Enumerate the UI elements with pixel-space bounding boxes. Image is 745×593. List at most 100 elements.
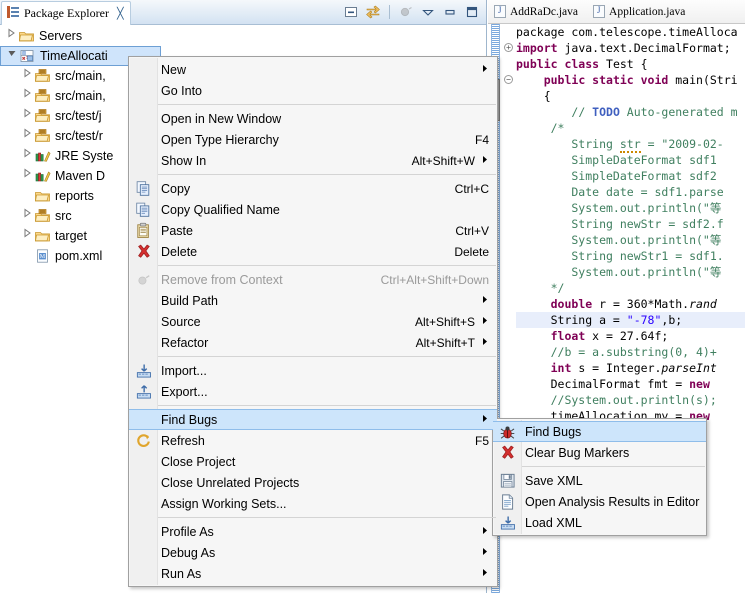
- code-token: System.out.println("等: [516, 265, 722, 279]
- menu-item-import[interactable]: Import...: [129, 360, 497, 381]
- code-line[interactable]: public static void main(Stri: [516, 72, 745, 88]
- chevron-down-icon[interactable]: [5, 46, 19, 66]
- menu-item-go-into[interactable]: Go Into: [129, 80, 497, 101]
- code-line[interactable]: int s = Integer.parseInt: [516, 360, 745, 376]
- menu-item-label: Copy: [161, 181, 191, 196]
- view-menu-focus-icon[interactable]: [398, 4, 414, 20]
- code-line[interactable]: String newStr1 = sdf1.: [516, 248, 745, 264]
- project-context-menu[interactable]: New Go Into Open in New Window Open Type Hi…: [128, 56, 498, 587]
- menu-item-load-xml[interactable]: Load XML: [493, 512, 706, 533]
- chevron-right-icon[interactable]: [20, 86, 34, 106]
- menu-item-run-as[interactable]: Run As: [129, 563, 497, 584]
- tree-item-label: src/test/j: [55, 109, 102, 123]
- code-line[interactable]: */: [516, 280, 745, 296]
- menu-item-delete[interactable]: Delete Delete: [129, 241, 497, 262]
- tree-item-label: target: [55, 229, 87, 243]
- chevron-right-icon[interactable]: [20, 226, 34, 246]
- code-line[interactable]: double r = 360*Math.rand: [516, 296, 745, 312]
- code-token: s = Integer.: [571, 361, 662, 375]
- menu-item-find-bugs[interactable]: Find Bugs: [493, 421, 706, 442]
- menu-item-profile-as[interactable]: Profile As: [129, 521, 497, 542]
- code-line[interactable]: Date date = sdf1.parse: [516, 184, 745, 200]
- tree-item-servers[interactable]: Servers: [0, 26, 486, 46]
- menu-item-open-in-new-window[interactable]: Open in New Window: [129, 108, 497, 129]
- code-token: SimpleDateFormat sdf1: [516, 153, 717, 167]
- chevron-right-icon[interactable]: [20, 146, 34, 166]
- menu-item-label: Paste: [161, 223, 193, 238]
- menu-item-close-unrelated-projects[interactable]: Close Unrelated Projects: [129, 472, 497, 493]
- menu-item-build-path[interactable]: Build Path: [129, 290, 497, 311]
- package-explorer-tabbar: Package Explorer ╳: [0, 0, 486, 25]
- code-line[interactable]: /*: [516, 120, 745, 136]
- menu-item-close-project[interactable]: Close Project: [129, 451, 497, 472]
- chevron-right-icon[interactable]: [20, 106, 34, 126]
- code-line[interactable]: System.out.println("等: [516, 264, 745, 280]
- code-line[interactable]: String newStr = sdf2.f: [516, 216, 745, 232]
- code-token: public class: [516, 57, 600, 71]
- menu-item-copy-qualified-name[interactable]: Copy Qualified Name: [129, 199, 497, 220]
- submenu-arrow-icon: [481, 526, 489, 537]
- code-line[interactable]: String a = "-78",b;: [516, 312, 745, 328]
- menu-item-label: New: [161, 62, 187, 77]
- menu-item-open-type-hierarchy[interactable]: Open Type Hierarchy F4: [129, 129, 497, 150]
- menu-item-label: Find Bugs: [525, 424, 582, 439]
- menu-item-show-in[interactable]: Show In Alt+Shift+W: [129, 150, 497, 171]
- chevron-right-icon[interactable]: [4, 26, 18, 46]
- collapse-all-icon[interactable]: [343, 4, 359, 20]
- code-line[interactable]: String str = "2009-02-: [516, 136, 745, 153]
- menu-item-refresh[interactable]: Refresh F5: [129, 430, 497, 451]
- menu-item-assign-working-sets[interactable]: Assign Working Sets...: [129, 493, 497, 514]
- code-line[interactable]: SimpleDateFormat sdf2: [516, 168, 745, 184]
- menu-item-open-analysis-results-in-editor[interactable]: Open Analysis Results in Editor: [493, 491, 706, 512]
- code-line[interactable]: DecimalFormat fmt = new: [516, 376, 745, 392]
- tab-package-explorer[interactable]: Package Explorer ╳: [1, 1, 131, 25]
- chevron-right-icon[interactable]: [20, 206, 34, 226]
- editor-tab-application-java[interactable]: Application.java: [587, 0, 694, 24]
- menu-item-new[interactable]: New: [129, 59, 497, 80]
- menu-item-export[interactable]: Export...: [129, 381, 497, 402]
- code-line[interactable]: public class Test {: [516, 56, 745, 72]
- code-line[interactable]: SimpleDateFormat sdf1: [516, 152, 745, 168]
- menu-item-debug-as[interactable]: Debug As: [129, 542, 497, 563]
- menu-item-copy[interactable]: Copy Ctrl+C: [129, 178, 497, 199]
- menu-item-refactor[interactable]: Refactor Alt+Shift+T: [129, 332, 497, 353]
- code-token: main(Stri: [668, 73, 738, 87]
- minimize-icon[interactable]: [442, 4, 458, 20]
- chevron-down-icon[interactable]: [420, 4, 436, 20]
- menu-item-clear-bug-markers[interactable]: Clear Bug Markers: [493, 442, 706, 463]
- package-explorer-icon: [6, 5, 20, 22]
- code-line[interactable]: float x = 27.64f;: [516, 328, 745, 344]
- fold-expand-icon[interactable]: +: [504, 43, 513, 52]
- code-token: x = 27.64f;: [585, 329, 669, 343]
- editor-tab-label: Application.java: [609, 5, 686, 18]
- close-icon[interactable]: ╳: [117, 7, 124, 20]
- chevron-right-icon[interactable]: [20, 66, 34, 86]
- menu-item-label: Open Type Hierarchy: [161, 132, 279, 147]
- menu-item-source[interactable]: Source Alt+Shift+S: [129, 311, 497, 332]
- menu-item-paste[interactable]: Paste Ctrl+V: [129, 220, 497, 241]
- menu-item-label: Save XML: [525, 473, 583, 488]
- tree-item-label: JRE Syste: [55, 149, 114, 163]
- menu-item-find-bugs[interactable]: Find Bugs: [129, 409, 497, 430]
- code-line[interactable]: System.out.println("等: [516, 200, 745, 216]
- code-token: rand: [689, 297, 717, 311]
- code-line[interactable]: // TODO Auto-generated m: [516, 104, 745, 120]
- code-line[interactable]: //b = a.substring(0, 4)+: [516, 344, 745, 360]
- code-line[interactable]: import java.text.DecimalFormat;: [516, 40, 745, 56]
- source-folder-icon: [34, 128, 51, 144]
- fold-collapse-icon[interactable]: −: [504, 75, 513, 84]
- menu-item-label: Remove from Context: [161, 272, 283, 287]
- code-line[interactable]: System.out.println("等: [516, 232, 745, 248]
- code-line[interactable]: //System.out.println(s);: [516, 392, 745, 408]
- editor-tab-addradc-java[interactable]: AddRaDc.java: [488, 0, 587, 24]
- chevron-right-icon[interactable]: [20, 166, 34, 186]
- find-bugs-submenu[interactable]: Find Bugs Clear Bug Markers Save XML Open A…: [492, 418, 707, 536]
- menu-item-save-xml[interactable]: Save XML: [493, 470, 706, 491]
- eclipse-ide-window: Package Explorer ╳ Servers M TimeAllocat…: [0, 0, 745, 593]
- code-token: package com.telescope.timeAlloca: [516, 25, 738, 39]
- maximize-icon[interactable]: [464, 4, 480, 20]
- code-line[interactable]: package com.telescope.timeAlloca: [516, 24, 745, 40]
- code-line[interactable]: {: [516, 88, 745, 104]
- chevron-right-icon[interactable]: [20, 126, 34, 146]
- link-with-editor-icon[interactable]: [365, 4, 381, 20]
